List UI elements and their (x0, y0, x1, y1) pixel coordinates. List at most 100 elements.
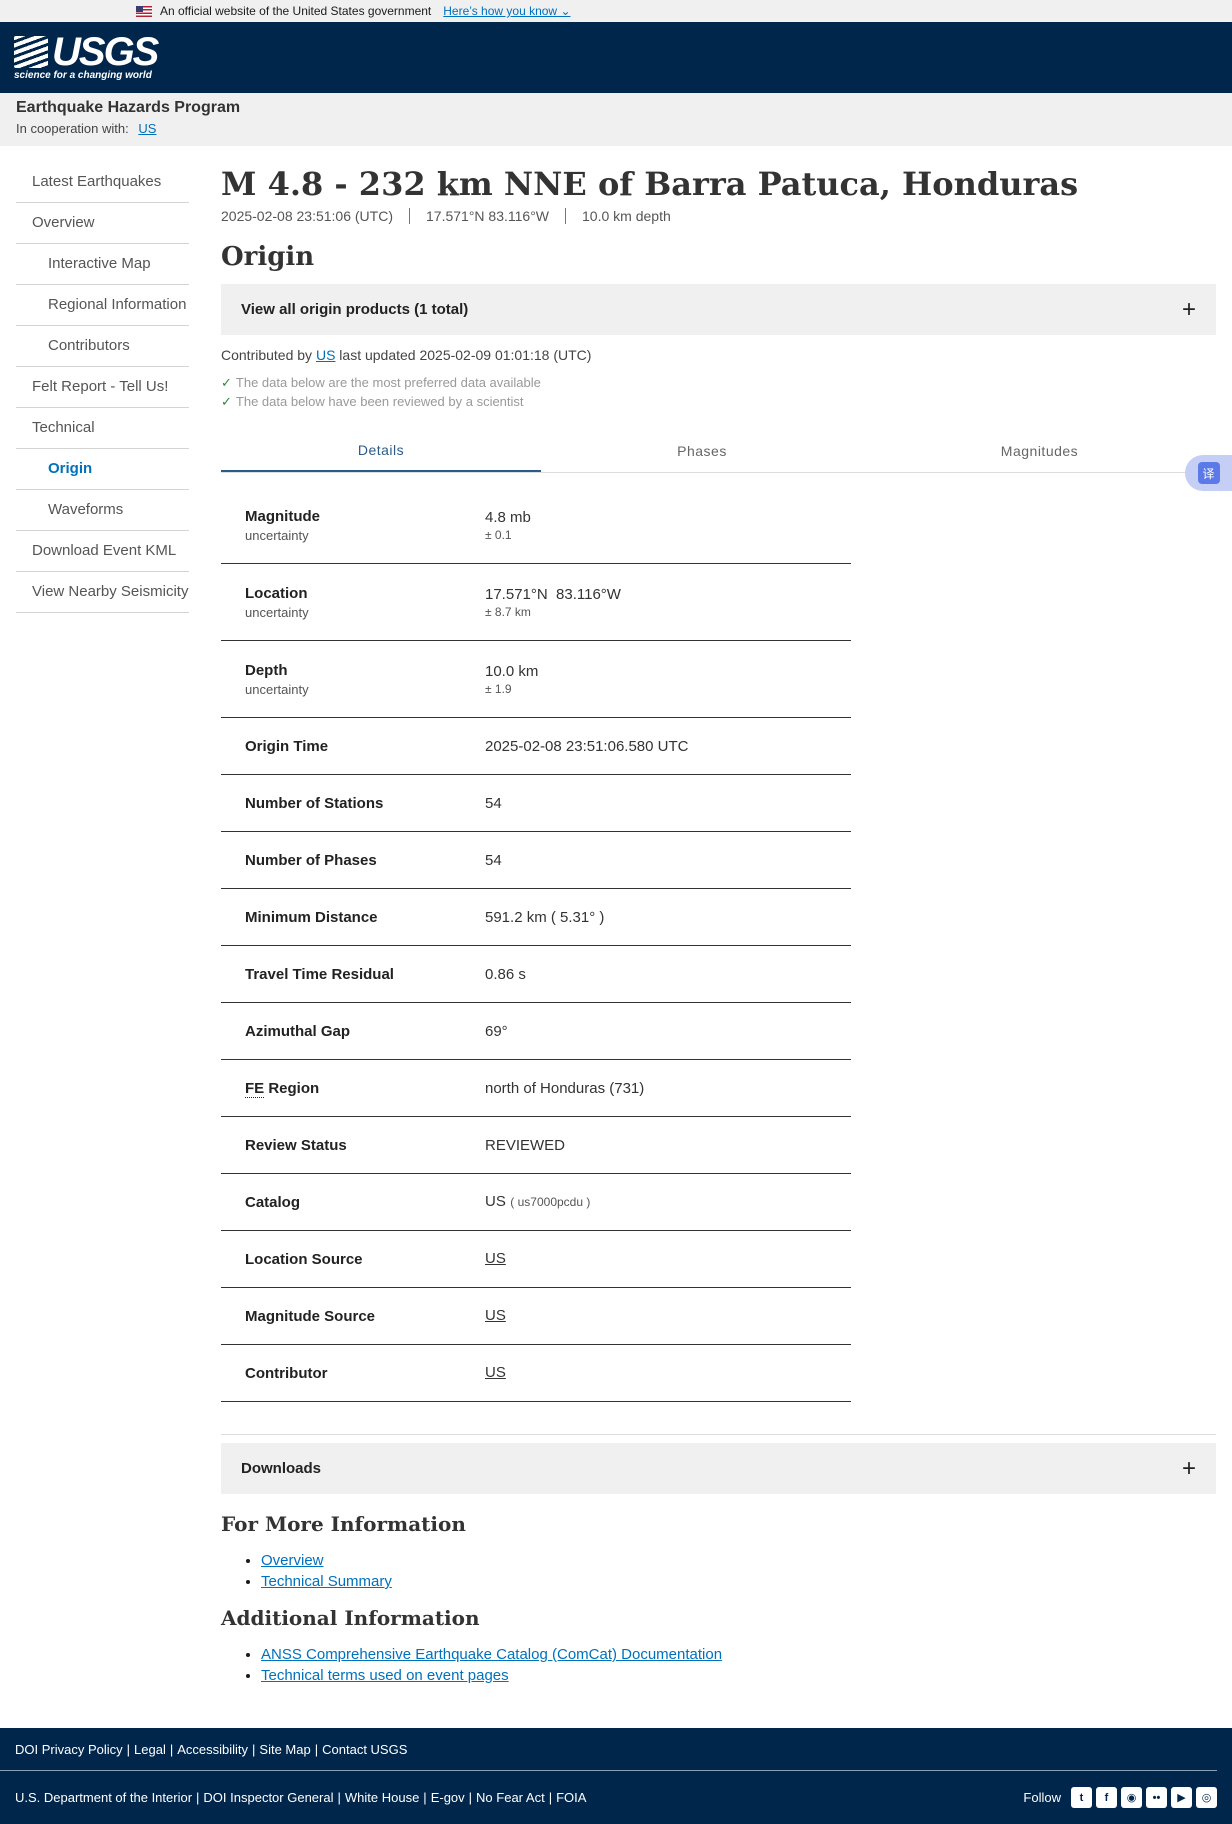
table-row: FE Region north of Honduras (731) (221, 1060, 851, 1117)
technical-terms-link[interactable]: Technical terms used on event pages (261, 1667, 509, 1684)
flickr-icon[interactable]: •• (1146, 1787, 1167, 1808)
footer-separator: | (169, 1741, 174, 1757)
footer-separator: | (126, 1741, 131, 1757)
footer-link-white-house[interactable]: White House (345, 1790, 419, 1805)
event-coords: 17.571°N 83.116°W (409, 208, 565, 224)
downloads-accordion[interactable]: Downloads + (221, 1443, 1216, 1494)
event-time: 2025-02-08 23:51:06 (UTC) (221, 208, 393, 224)
reviewed-notice: ✓ The data below have been reviewed by a … (221, 394, 524, 409)
divider (221, 1434, 1216, 1435)
sidebar-item-felt-report-tell-us[interactable]: Felt Report - Tell Us! (16, 367, 189, 408)
footer-link-u-s-department-of-the-interior[interactable]: U.S. Department of the Interior (15, 1790, 192, 1805)
additional-info-links: ANSS Comprehensive Earthquake Catalog (C… (261, 1644, 1216, 1686)
footer-link-doi-privacy-policy[interactable]: DOI Privacy Policy (15, 1742, 123, 1757)
tab-magnitudes[interactable]: Magnitudes (863, 429, 1216, 472)
translate-icon: 译 (1197, 462, 1220, 484)
origin-products-accordion[interactable]: View all origin products (1 total) + (221, 284, 1216, 335)
fe-abbr[interactable]: FE (245, 1079, 265, 1098)
origin-products-label: View all origin products (1 total) (241, 301, 469, 318)
instagram-icon[interactable]: ◎ (1196, 1787, 1217, 1808)
table-row: Review Status REVIEWED (221, 1117, 851, 1174)
us-flag-icon (136, 5, 152, 17)
overview-link[interactable]: Overview (261, 1552, 324, 1569)
github-icon[interactable]: ◉ (1121, 1787, 1142, 1808)
sidebar-item-regional-information[interactable]: Regional Information (16, 285, 189, 326)
event-meta: 2025-02-08 23:51:06 (UTC) 17.571°N 83.11… (221, 208, 1216, 224)
tab-phases[interactable]: Phases (541, 429, 863, 472)
facebook-icon[interactable]: f (1096, 1787, 1117, 1808)
check-icon: ✓ (221, 375, 232, 390)
origin-tabs: Details Phases Magnitudes (221, 429, 1216, 473)
coop-link[interactable]: US (138, 121, 156, 136)
usgs-logo[interactable]: USGS science for a changing world (14, 29, 159, 81)
sidebar-item-technical[interactable]: Technical (16, 408, 189, 449)
usgs-wave-icon (14, 35, 48, 68)
sidebar-item-download-event-kml[interactable]: Download Event KML (16, 531, 189, 572)
location-source-link[interactable]: US (485, 1250, 506, 1267)
footer-link-legal[interactable]: Legal (134, 1742, 166, 1757)
table-row: Travel Time Residual 0.86 s (221, 946, 851, 1003)
sidebar-nav: Latest Earthquakes Overview Interactive Ma… (16, 162, 189, 613)
logo-tagline: science for a changing world (14, 69, 152, 81)
site-footer: DOI Privacy Policy | Legal | Accessibility | S… (0, 1728, 1232, 1824)
footer-link-doi-inspector-general[interactable]: DOI Inspector General (203, 1790, 333, 1805)
sidebar-item-latest-earthquakes[interactable]: Latest Earthquakes (16, 162, 189, 203)
follow-label: Follow (1023, 1790, 1061, 1805)
footer-link-no-fear-act[interactable]: No Fear Act (476, 1790, 545, 1805)
check-icon: ✓ (221, 394, 232, 409)
magnitude-source-link[interactable]: US (485, 1307, 506, 1324)
sidebar-item-view-nearby-seismicity[interactable]: View Nearby Seismicity (16, 572, 189, 613)
downloads-label: Downloads (241, 1460, 322, 1477)
table-row: Location Source US (221, 1231, 851, 1288)
site-header: USGS science for a changing world (0, 22, 1232, 93)
preferred-notice: ✓ The data below are the most preferred d… (221, 375, 541, 390)
footer-link-e-gov[interactable]: E-gov (431, 1790, 465, 1805)
sidebar-item-contributors[interactable]: Contributors (16, 326, 189, 367)
plus-icon: + (1181, 295, 1196, 323)
program-title[interactable]: Earthquake Hazards Program (16, 99, 1216, 117)
footer-separator: | (252, 1741, 256, 1757)
footer-link-foia[interactable]: FOIA (556, 1790, 586, 1805)
table-row: Contributor US (221, 1345, 851, 1402)
sidebar-item-waveforms[interactable]: Waveforms (16, 490, 189, 531)
how-you-know-link[interactable]: Here’s how you know ⌄ (443, 4, 570, 18)
table-row: Number of Phases 54 (221, 832, 851, 889)
event-title: M 4.8 - 232 km NNE of Barra Patuca, Hond… (221, 165, 1079, 203)
contributed-by: Contributed by US last updated 2025-02-0… (221, 347, 592, 363)
table-row: Number of Stations 54 (221, 775, 851, 832)
footer-links-primary: DOI Privacy Policy | Legal | Accessibility | S… (0, 1728, 1217, 1771)
cooperation: In cooperation with: US (16, 121, 157, 136)
more-info-title: For More Information (221, 1512, 466, 1536)
contributor-source-link[interactable]: US (485, 1364, 506, 1381)
footer-link-accessibility[interactable]: Accessibility (177, 1742, 248, 1757)
footer-separator: | (548, 1790, 553, 1805)
youtube-icon[interactable]: ▶ (1171, 1787, 1192, 1808)
footer-separator: | (423, 1790, 427, 1805)
logo-text: USGS (52, 29, 159, 74)
more-info-links: Overview Technical Summary (261, 1550, 1216, 1592)
event-depth: 10.0 km depth (565, 208, 687, 224)
contributor-link[interactable]: US (316, 347, 335, 363)
gov-banner: An official website of the United States… (0, 0, 1232, 22)
table-row: Catalog US ( us7000pcdu ) (221, 1174, 851, 1231)
tab-details[interactable]: Details (221, 429, 541, 472)
sidebar-item-overview[interactable]: Overview (16, 203, 189, 244)
sidebar-item-interactive-map[interactable]: Interactive Map (16, 244, 189, 285)
origin-title: Origin (221, 242, 315, 272)
program-bar: Earthquake Hazards Program In cooperatio… (0, 93, 1232, 146)
translate-widget[interactable]: 译 (1185, 455, 1232, 491)
table-row: Minimum Distance 591.2 km ( 5.31° ) (221, 889, 851, 946)
footer-separator: | (314, 1741, 319, 1757)
footer-link-contact-usgs[interactable]: Contact USGS (322, 1742, 407, 1757)
main-content: M 4.8 - 232 km NNE of Barra Patuca, Hond… (221, 162, 1216, 1686)
technical-summary-link[interactable]: Technical Summary (261, 1573, 392, 1590)
footer-separator: | (468, 1790, 473, 1805)
comcat-docs-link[interactable]: ANSS Comprehensive Earthquake Catalog (C… (261, 1646, 722, 1663)
sidebar-item-origin[interactable]: Origin (16, 449, 189, 490)
table-row: Magnitude uncertainty 4.8 mb ± 0.1 (221, 487, 851, 564)
additional-info-title: Additional Information (221, 1606, 480, 1630)
footer-link-site-map[interactable]: Site Map (259, 1742, 310, 1757)
table-row: Magnitude Source US (221, 1288, 851, 1345)
table-row: Location uncertainty 17.571°N 83.116°W ± 8… (221, 564, 851, 641)
twitter-icon[interactable]: t (1071, 1787, 1092, 1808)
